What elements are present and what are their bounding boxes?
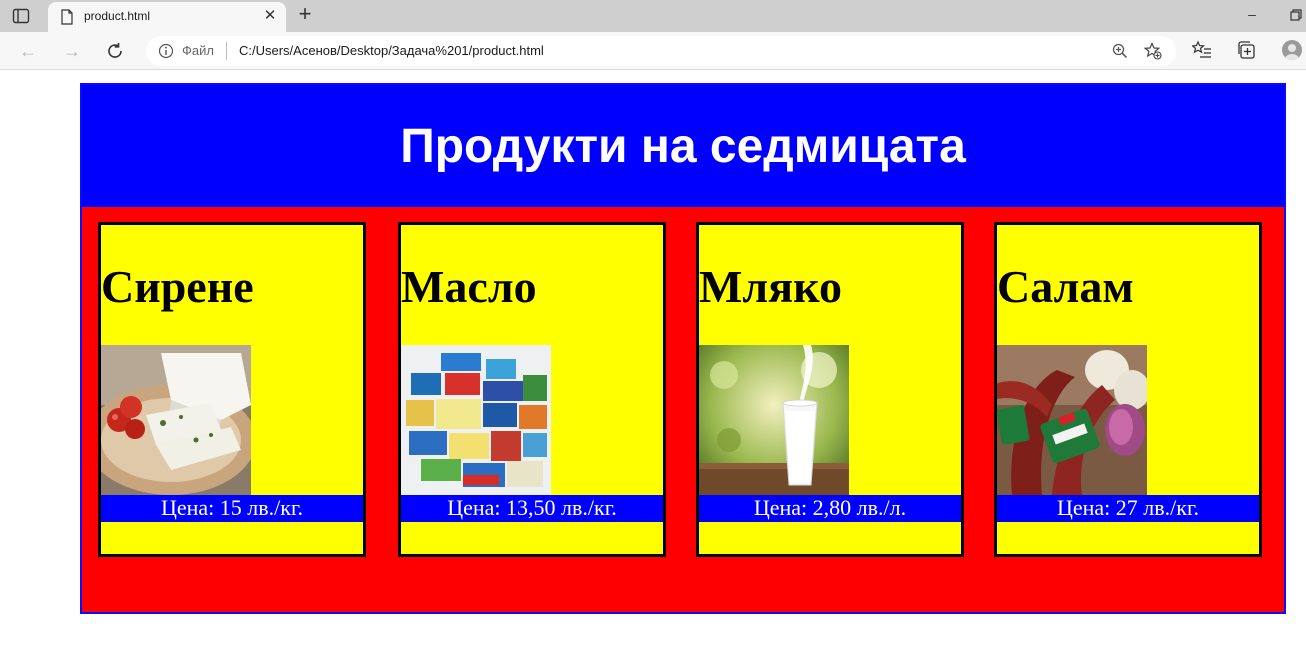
salami-photo [997, 345, 1147, 495]
product-name: Сирене [101, 261, 254, 312]
close-tab-icon[interactable]: ✕ [262, 8, 278, 24]
butter-photo [401, 345, 551, 495]
cheese-photo [101, 345, 251, 495]
product-card-butter: Масло Цена: 13,50 лв./кг. [398, 222, 666, 557]
tab-strip: product.html ✕ + – [0, 0, 1306, 32]
address-url[interactable]: C:/Users/Асенов/Desktop/Задача%201/produ… [239, 43, 544, 58]
product-card-milk: Мляко Цена: 2,80 лв./л. [696, 222, 964, 557]
refresh-icon[interactable] [106, 42, 124, 60]
product-price: Цена: 15 лв./кг. [101, 495, 363, 522]
collections-icon[interactable] [1236, 40, 1256, 60]
document-icon [61, 9, 73, 25]
product-price: Цена: 13,50 лв./кг. [401, 495, 663, 522]
browser-toolbar: ← → Файл C:/Users/Асенов/Desktop/Задача%… [0, 32, 1306, 70]
product-card-cheese: Сирене Цена: 15 лв./кг. [98, 222, 366, 557]
favorites-icon[interactable] [1192, 40, 1212, 60]
product-price: Цена: 27 лв./кг. [997, 495, 1259, 522]
page-viewport: Продукти на седмицата Сирене Цена: 15 лв… [0, 71, 1306, 660]
tab-title: product.html [84, 9, 151, 23]
zoom-icon[interactable] [1112, 43, 1128, 59]
product-name: Салам [997, 261, 1134, 312]
product-card-salami: Салам Цена: 27 лв./кг. [994, 222, 1262, 557]
product-price: Цена: 2,80 лв./л. [699, 495, 961, 522]
milk-photo [699, 345, 849, 495]
info-icon[interactable] [158, 43, 174, 59]
page-title: Продукти на седмицата [400, 120, 966, 173]
profile-avatar[interactable] [1282, 40, 1302, 60]
restore-window-button[interactable] [1290, 9, 1302, 21]
add-favorite-icon[interactable] [1144, 42, 1162, 60]
page-header: Продукти на седмицата [82, 85, 1284, 207]
address-separator [226, 42, 227, 60]
address-scheme: Файл [182, 43, 214, 58]
minimize-window-button[interactable]: – [1244, 6, 1260, 24]
forward-button[interactable]: → [61, 40, 83, 62]
new-tab-button[interactable]: + [294, 3, 316, 26]
browser-tab[interactable]: product.html ✕ [48, 2, 286, 32]
products-container: Продукти на седмицата Сирене Цена: 15 лв… [80, 83, 1286, 614]
tab-actions-icon[interactable] [12, 8, 30, 24]
address-bar[interactable]: Файл C:/Users/Асенов/Desktop/Задача%201/… [146, 36, 1176, 66]
product-name: Мляко [699, 261, 843, 312]
user-icon [1285, 44, 1299, 60]
back-button[interactable]: ← [17, 40, 39, 62]
product-name: Масло [401, 261, 537, 312]
